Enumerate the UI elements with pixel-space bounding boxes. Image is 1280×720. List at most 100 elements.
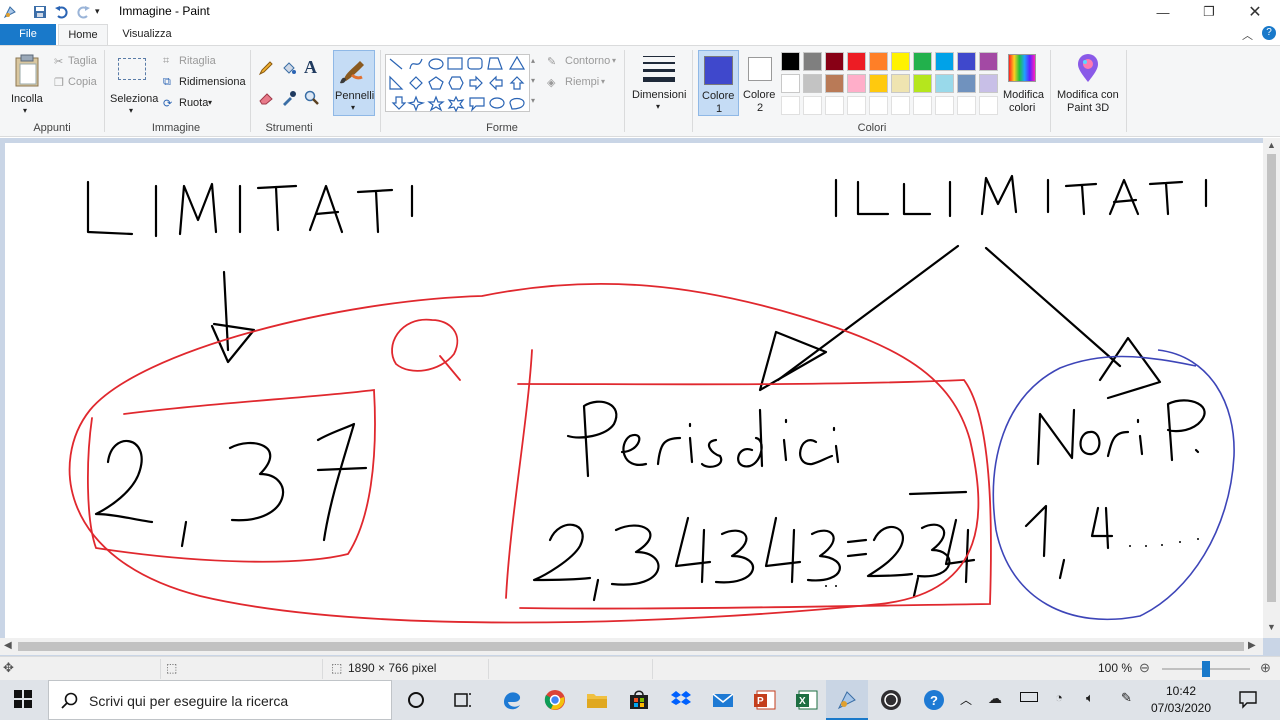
palette-color-swatch[interactable] xyxy=(803,74,822,93)
palette-custom-slot[interactable] xyxy=(957,96,976,115)
palette-color-swatch[interactable] xyxy=(913,52,932,71)
fill-label[interactable]: Riempi xyxy=(565,76,599,88)
scroll-up-icon[interactable]: ▲ xyxy=(1267,140,1276,150)
tab-view[interactable]: Visualizza xyxy=(116,24,178,45)
palette-custom-slot[interactable] xyxy=(803,96,822,115)
palette-color-swatch[interactable] xyxy=(781,52,800,71)
brushes-dropdown-icon[interactable]: ▾ xyxy=(351,103,355,112)
zoom-in-icon[interactable]: ⊕ xyxy=(1260,660,1271,676)
close-button[interactable]: ✕ xyxy=(1232,0,1278,24)
palette-color-swatch[interactable] xyxy=(935,74,954,93)
crop-label[interactable]: Ritaglia xyxy=(179,55,216,67)
size-button[interactable]: Dimensioni ▾ xyxy=(630,50,688,116)
help-icon[interactable]: ? xyxy=(1262,26,1276,40)
obs-icon[interactable] xyxy=(879,688,903,712)
palette-color-swatch[interactable] xyxy=(979,74,998,93)
rotate-label[interactable]: Ruota xyxy=(179,97,208,109)
undo-icon[interactable] xyxy=(54,4,70,20)
palette-color-swatch[interactable] xyxy=(847,52,866,71)
shapes-expand-icon[interactable]: ▾ xyxy=(531,96,535,105)
outline-label[interactable]: Contorno xyxy=(565,55,610,67)
palette-color-swatch[interactable] xyxy=(825,74,844,93)
brushes-button[interactable]: Pennelli ▾ xyxy=(333,50,375,116)
palette-custom-slot[interactable] xyxy=(869,96,888,115)
battery-icon[interactable] xyxy=(1020,692,1038,702)
outline-dropdown-icon[interactable]: ▾ xyxy=(612,56,616,65)
paste-dropdown-icon[interactable]: ▾ xyxy=(23,106,27,115)
zoom-slider-thumb[interactable] xyxy=(1202,661,1210,677)
select-button[interactable]: Seleziona ▾ xyxy=(108,50,158,120)
palette-custom-slot[interactable] xyxy=(781,96,800,115)
collapse-ribbon-icon[interactable]: ︿ xyxy=(1242,27,1253,43)
paint-app-icon[interactable] xyxy=(2,4,18,20)
shapes-gallery[interactable] xyxy=(385,54,530,113)
edge-browser-icon[interactable] xyxy=(500,688,524,712)
palette-color-swatch[interactable] xyxy=(979,52,998,71)
pen-workspace-icon[interactable]: ✎ xyxy=(1121,690,1132,706)
size-dropdown-icon[interactable]: ▾ xyxy=(656,102,660,111)
excel-icon[interactable]: X xyxy=(795,688,819,712)
palette-color-swatch[interactable] xyxy=(825,52,844,71)
powerpoint-icon[interactable]: P xyxy=(753,688,777,712)
chrome-browser-icon[interactable] xyxy=(543,688,567,712)
palette-custom-slot[interactable] xyxy=(847,96,866,115)
edit-with-paint3d-button[interactable]: Modifica con Paint 3D xyxy=(1054,50,1122,116)
save-icon[interactable] xyxy=(32,4,48,20)
text-tool-icon[interactable]: A xyxy=(304,57,317,78)
zoom-out-icon[interactable]: ⊖ xyxy=(1139,660,1150,676)
vertical-scroll-thumb[interactable] xyxy=(1267,154,1276,602)
dropbox-icon[interactable] xyxy=(669,688,693,712)
tab-home[interactable]: Home xyxy=(58,24,108,45)
paint-taskbar-button[interactable] xyxy=(826,680,868,720)
color2-button[interactable]: Colore 2 xyxy=(741,50,779,116)
minimize-button[interactable]: ― xyxy=(1140,0,1186,24)
volume-icon[interactable]: 🔈︎ xyxy=(1086,690,1094,706)
palette-color-swatch[interactable] xyxy=(891,74,910,93)
horizontal-scroll-thumb[interactable] xyxy=(18,642,1244,651)
palette-custom-slot[interactable] xyxy=(825,96,844,115)
pencil-icon[interactable] xyxy=(258,60,274,79)
fill-bucket-icon[interactable] xyxy=(281,60,297,79)
palette-color-swatch[interactable] xyxy=(935,52,954,71)
palette-custom-slot[interactable] xyxy=(891,96,910,115)
magnifier-icon[interactable] xyxy=(304,90,320,109)
edit-colors-button[interactable]: Modifica colori xyxy=(1002,50,1044,116)
shapes-scroll-up-icon[interactable]: ▴ xyxy=(531,56,535,65)
palette-color-swatch[interactable] xyxy=(847,74,866,93)
scroll-down-icon[interactable]: ▼ xyxy=(1267,622,1276,632)
palette-custom-slot[interactable] xyxy=(935,96,954,115)
rotate-dropdown-icon[interactable]: ▾ xyxy=(208,98,212,107)
help-app-icon[interactable]: ? xyxy=(922,688,946,712)
store-icon[interactable] xyxy=(627,688,651,712)
network-icon[interactable]: ◔ xyxy=(1055,690,1063,705)
notifications-icon[interactable] xyxy=(1238,689,1258,712)
paste-button[interactable]: Incolla ▾ xyxy=(6,50,46,120)
select-dropdown-icon[interactable]: ▾ xyxy=(129,106,133,115)
color-picker-icon[interactable] xyxy=(281,90,297,109)
eraser-icon[interactable] xyxy=(258,90,274,109)
palette-color-swatch[interactable] xyxy=(803,52,822,71)
task-view-icon[interactable] xyxy=(451,688,475,712)
palette-custom-slot[interactable] xyxy=(979,96,998,115)
taskbar-clock[interactable]: 10:42 07/03/2020 xyxy=(1150,683,1212,717)
mail-icon[interactable] xyxy=(711,688,735,712)
windows-start-icon[interactable] xyxy=(12,688,36,712)
fill-dropdown-icon[interactable]: ▾ xyxy=(601,77,605,86)
palette-custom-slot[interactable] xyxy=(913,96,932,115)
palette-color-swatch[interactable] xyxy=(869,52,888,71)
palette-color-swatch[interactable] xyxy=(957,52,976,71)
taskbar-search-box[interactable]: Scrivi qui per eseguire la ricerca xyxy=(48,680,392,720)
scroll-left-icon[interactable]: ◀ xyxy=(4,640,12,651)
copy-label[interactable]: Copia xyxy=(68,76,97,88)
file-explorer-icon[interactable] xyxy=(585,688,609,712)
show-hidden-icons-chevron-icon[interactable]: ︿ xyxy=(960,691,972,708)
onedrive-icon[interactable]: ☁ xyxy=(988,690,1002,707)
palette-color-swatch[interactable] xyxy=(781,74,800,93)
cut-label[interactable]: Taglia xyxy=(68,55,97,67)
scroll-right-icon[interactable]: ▶ xyxy=(1248,640,1256,651)
color1-button[interactable]: Colore 1 xyxy=(698,50,739,116)
cortana-icon[interactable] xyxy=(404,688,428,712)
tab-file[interactable]: File xyxy=(0,24,56,45)
drawing-canvas[interactable] xyxy=(5,143,1264,638)
palette-color-swatch[interactable] xyxy=(913,74,932,93)
